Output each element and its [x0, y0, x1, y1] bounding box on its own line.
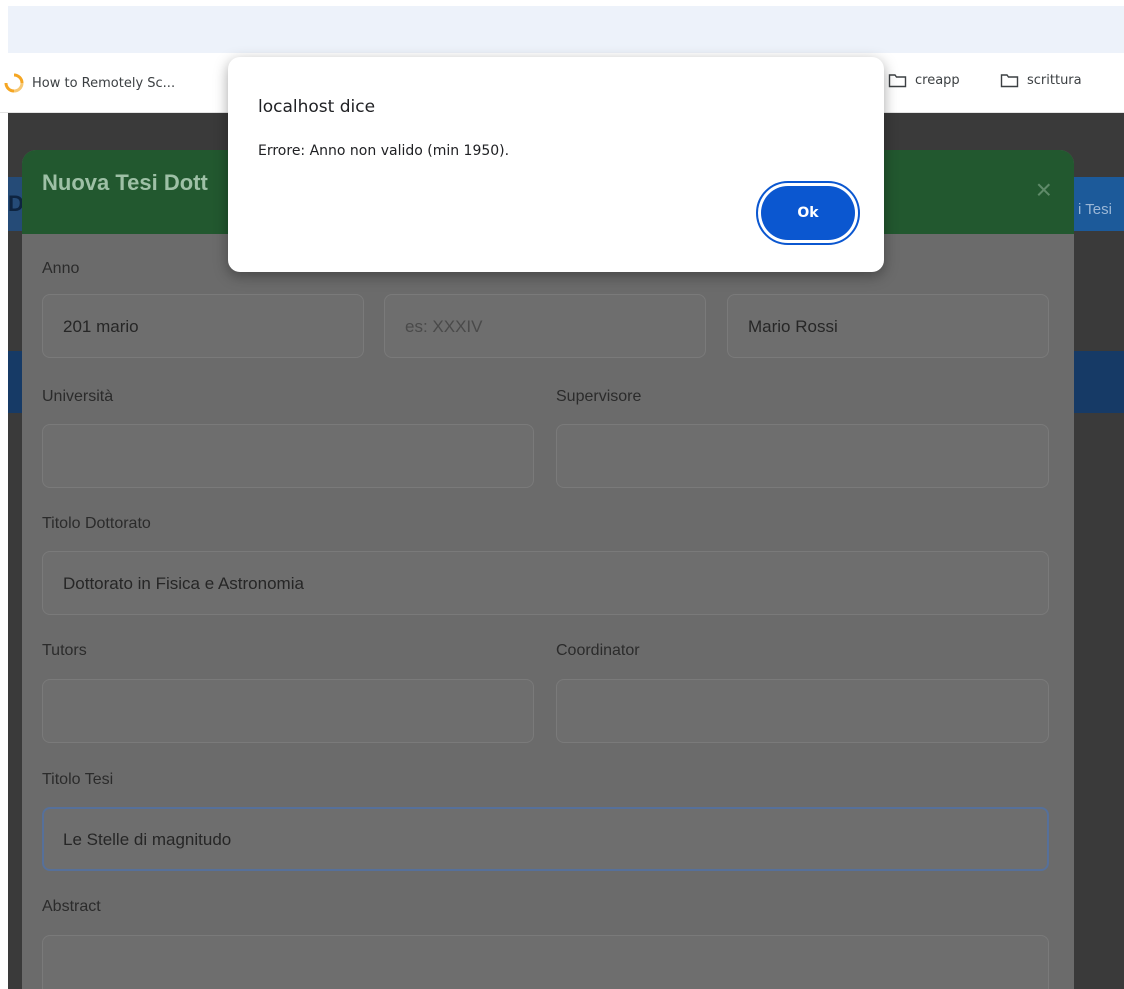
- tutors-label: Tutors: [42, 642, 87, 659]
- abstract-textarea[interactable]: [42, 935, 1049, 989]
- autore-input[interactable]: Mario Rossi: [727, 294, 1049, 358]
- anno-input[interactable]: 201 mario: [42, 294, 364, 358]
- loading-spinner-icon: [4, 73, 24, 93]
- alert-message: Errore: Anno non valido (min 1950).: [258, 143, 510, 159]
- bookmark-scrittura[interactable]: scrittura: [1000, 73, 1082, 88]
- ciclo-input[interactable]: es: XXXIV: [384, 294, 706, 358]
- screen: How to Remotely Sc... creapp scrittura D…: [0, 0, 1124, 989]
- titolo-tesi-input[interactable]: Le Stelle di magnitudo: [42, 807, 1049, 871]
- background-nav-button: i Tesi: [1070, 177, 1124, 231]
- modal-title: Nuova Tesi Dott: [42, 170, 208, 195]
- titolo-tesi-label: Titolo Tesi: [42, 771, 114, 788]
- universita-input[interactable]: [42, 424, 534, 488]
- bookmark-creapp[interactable]: creapp: [888, 73, 960, 88]
- tab-strip: [8, 6, 1124, 53]
- bookmark-how-to-remotely[interactable]: How to Remotely Sc...: [4, 73, 175, 93]
- abstract-label: Abstract: [42, 898, 101, 915]
- bookmark-label: creapp: [915, 73, 960, 88]
- close-icon[interactable]: ×: [1036, 176, 1052, 204]
- coordinator-input[interactable]: [556, 679, 1049, 743]
- bookmark-label: How to Remotely Sc...: [32, 75, 176, 91]
- titolo-dottorato-input[interactable]: Dottorato in Fisica e Astronomia: [42, 551, 1049, 615]
- tutors-input[interactable]: [42, 679, 534, 743]
- folder-icon: [1000, 74, 1019, 88]
- universita-label: Università: [42, 388, 114, 405]
- alert-dialog: localhost dice Errore: Anno non valido (…: [228, 57, 884, 272]
- bookmark-label: scrittura: [1027, 73, 1082, 88]
- anno-label: Anno: [42, 260, 80, 277]
- supervisore-input[interactable]: [556, 424, 1049, 488]
- new-thesis-modal: Nuova Tesi Dott × Anno 201 mario es: XXX…: [22, 150, 1074, 989]
- ok-button[interactable]: Ok: [761, 186, 855, 240]
- coordinator-label: Coordinator: [556, 642, 640, 659]
- folder-icon: [888, 74, 907, 88]
- titolo-dottorato-label: Titolo Dottorato: [42, 515, 151, 532]
- supervisore-label: Supervisore: [556, 388, 642, 405]
- alert-title: localhost dice: [258, 97, 376, 117]
